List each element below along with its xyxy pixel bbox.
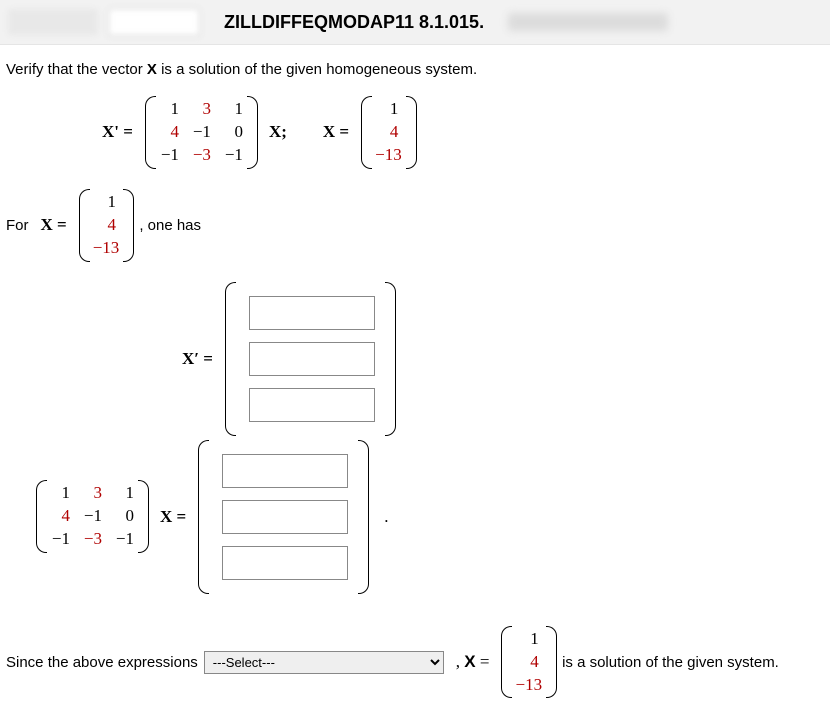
- fx3: −13: [93, 237, 120, 260]
- xprime-eq-label: X′ =: [176, 349, 219, 369]
- a33: −1: [223, 144, 243, 167]
- fx2: 4: [96, 214, 116, 237]
- ax-period: .: [378, 507, 394, 527]
- prompt-post: is a solution of the given homogeneous s…: [157, 61, 477, 78]
- b21: 4: [50, 505, 70, 528]
- tab-details[interactable]: [108, 8, 200, 36]
- a11: 1: [159, 98, 179, 121]
- xprime-input-3[interactable]: [249, 388, 375, 422]
- xprime-input-1[interactable]: [249, 296, 375, 330]
- ax-x-eq: X =: [154, 507, 192, 527]
- a22: −1: [191, 121, 211, 144]
- source-id: ZILLDIFFEQMODAP11 8.1.015.: [210, 12, 484, 33]
- x-semicolon: X;: [263, 122, 293, 142]
- conclusion-line: Since the above expressions ---Select---…: [6, 626, 824, 699]
- question-body: Verify that the vector X is a solution o…: [0, 45, 830, 712]
- a31: −1: [159, 144, 179, 167]
- b13: 1: [114, 482, 134, 505]
- x-eq-label: X =: [317, 122, 355, 142]
- matrix-a-2: 1 3 1 4 −1 0 −1 −3 −1: [36, 480, 148, 553]
- prompt-x: X: [147, 61, 157, 78]
- conclusion-mid: , X =: [450, 652, 496, 672]
- tab-placeholder: [8, 9, 98, 35]
- xprime-label: X' =: [96, 122, 139, 142]
- x2: 4: [378, 121, 398, 144]
- for-pre: For: [6, 217, 29, 234]
- system-definition: X' = 1 3 1 4 −1 0 −1 −3 −1: [96, 96, 824, 169]
- conclusion-select[interactable]: ---Select---: [204, 651, 444, 674]
- ax-equals-block: 1 3 1 4 −1 0 −1 −3 −1 X =: [36, 440, 824, 594]
- one-has: , one has: [139, 217, 201, 234]
- vector-x-def: 1 4 −13: [361, 96, 416, 169]
- xprime-vector-inputs: [225, 282, 399, 436]
- b12: 3: [82, 482, 102, 505]
- conclusion-post: is a solution of the given system.: [562, 654, 779, 671]
- a23: 0: [223, 121, 243, 144]
- for-x-label: X =: [35, 215, 73, 235]
- a32: −3: [191, 144, 211, 167]
- top-bar: ZILLDIFFEQMODAP11 8.1.015.: [0, 0, 830, 45]
- ax-input-2[interactable]: [222, 500, 348, 534]
- fx1: 1: [96, 191, 116, 214]
- submissions-blur: [508, 13, 668, 31]
- a21: 4: [159, 121, 179, 144]
- x3: −13: [375, 144, 402, 167]
- b11: 1: [50, 482, 70, 505]
- ax-input-3[interactable]: [222, 546, 348, 580]
- ax-input-1[interactable]: [222, 454, 348, 488]
- question-prompt: Verify that the vector X is a solution o…: [6, 61, 824, 78]
- a13: 1: [223, 98, 243, 121]
- for-x-line: For X = 1 4 −13 , one has: [6, 189, 824, 262]
- ax-vector-inputs: [198, 440, 372, 594]
- b32: −3: [82, 528, 102, 551]
- xprime-input-2[interactable]: [249, 342, 375, 376]
- b33: −1: [114, 528, 134, 551]
- xprime-equals-block: X′ =: [176, 282, 824, 436]
- x1: 1: [378, 98, 398, 121]
- conclusion-pre: Since the above expressions: [6, 654, 198, 671]
- cx1: 1: [519, 628, 539, 651]
- b23: 0: [114, 505, 134, 528]
- a12: 3: [191, 98, 211, 121]
- vector-x-for: 1 4 −13: [79, 189, 134, 262]
- cx2: 4: [519, 651, 539, 674]
- prompt-pre: Verify that the vector: [6, 61, 147, 78]
- b22: −1: [82, 505, 102, 528]
- b31: −1: [50, 528, 70, 551]
- matrix-a: 1 3 1 4 −1 0 −1 −3 −1: [145, 96, 257, 169]
- vector-x-conclusion: 1 4 −13: [501, 626, 556, 699]
